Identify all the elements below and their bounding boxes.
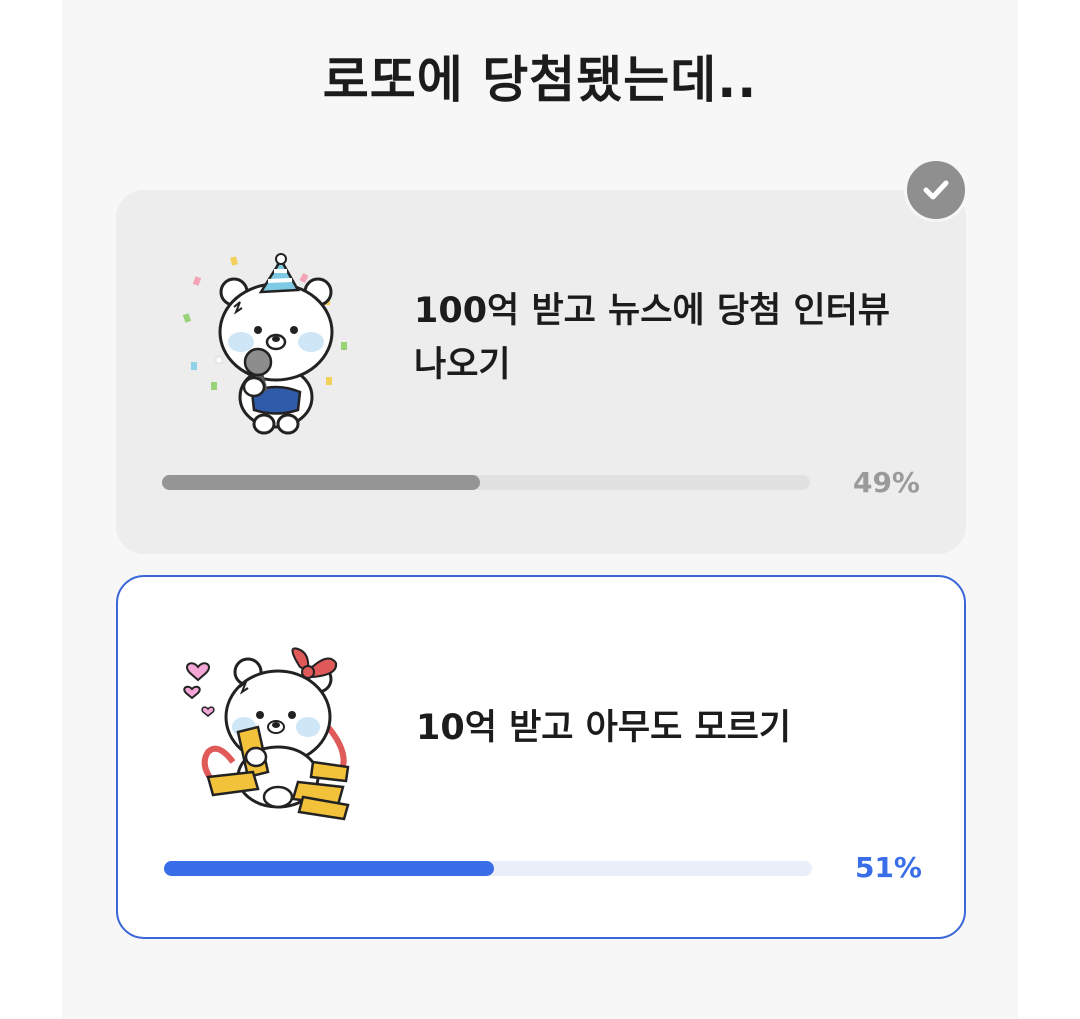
poll-option-1-progress-fill xyxy=(162,475,480,490)
poll-option-2[interactable]: 10억 받고 아무도 모르기 51% xyxy=(116,575,966,939)
poll-option-2-percent: 51% xyxy=(854,851,922,884)
poll-title: 로또에 당첨됐는데.. xyxy=(322,51,758,109)
poll-option-1-progress-track xyxy=(162,475,810,490)
poll-option-2-progress-track xyxy=(164,861,812,876)
poll-option-1[interactable]: 100억 받고 뉴스에 당첨 인터뷰 나오기 49% xyxy=(116,190,966,554)
bear-with-gold-bars-icon xyxy=(183,647,350,821)
party-bear-with-microphone-icon xyxy=(182,253,347,435)
poll-option-1-percent: 49% xyxy=(852,466,920,499)
poll-page: 로또에 당첨됐는데.. 100억 받고 뉴스에 당첨 인터뷰 나오기 49% 1… xyxy=(62,0,1018,1019)
selected-check-icon xyxy=(904,158,968,222)
poll-option-1-text: 100억 받고 뉴스에 당첨 인터뷰 나오기 xyxy=(414,291,891,385)
poll-option-2-text: 10억 받고 아무도 모르기 xyxy=(416,708,792,748)
poll-option-2-progress-fill xyxy=(164,861,495,876)
